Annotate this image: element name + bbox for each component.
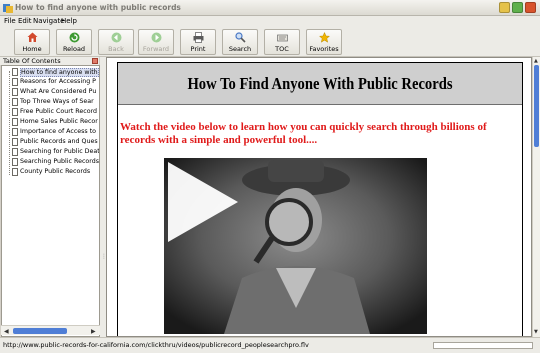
scroll-left-icon[interactable]: ◀ <box>4 328 9 335</box>
back-label: Back <box>108 45 124 53</box>
page-icon <box>12 138 18 146</box>
favorites-button[interactable]: Favorites <box>306 29 342 55</box>
toc-item-label: Free Public Court Record <box>20 108 98 115</box>
window-title: How to find anyone with public records <box>15 3 181 12</box>
reload-label: Reload <box>62 45 86 53</box>
intro-text: Watch the video below to learn how you c… <box>120 121 487 146</box>
toc-pane[interactable]: How to find anyone with Reasons for Acce… <box>1 65 100 337</box>
page-icon <box>12 68 18 76</box>
star-icon <box>319 32 330 43</box>
toc-icon <box>277 34 288 42</box>
menu-file[interactable]: File <box>4 17 16 25</box>
toc-item-label: Reasons for Accessing P <box>20 78 96 85</box>
scroll-down-icon[interactable]: ▼ <box>534 329 538 335</box>
content-page: How To Find Anyone With Public Records W… <box>117 62 523 336</box>
scroll-thumb[interactable] <box>13 328 67 334</box>
toc-header: Table Of Contents <box>0 57 99 65</box>
page-icon <box>12 148 18 156</box>
toc-item-label: Public Records and Ques <box>20 138 98 145</box>
back-button[interactable]: Back <box>98 29 134 55</box>
title-bar: How to find anyone with public records <box>0 0 540 16</box>
toc-item[interactable]: Top Three Ways of Sear <box>12 97 99 107</box>
maximize-button[interactable] <box>512 2 523 13</box>
menu-help[interactable]: Help <box>61 17 77 25</box>
toc-button[interactable]: TOC <box>264 29 300 55</box>
page-title: How To Find Anyone With Public Records <box>187 74 453 93</box>
search-button[interactable]: Search <box>222 29 258 55</box>
content-frame: How To Find Anyone With Public Records W… <box>106 57 532 337</box>
menu-edit[interactable]: Edit <box>18 17 32 25</box>
toc-title: Table Of Contents <box>3 57 61 65</box>
toc-item[interactable]: Searching Public Records <box>12 157 100 167</box>
toc-item-label: Home Sales Public Recor <box>20 118 98 125</box>
toc-horizontal-scrollbar[interactable]: ◀ ▶ <box>1 325 100 335</box>
page-icon <box>12 78 18 86</box>
toc-item[interactable]: Home Sales Public Recor <box>12 117 99 127</box>
toc-item-label: How to find anyone with <box>20 68 99 77</box>
favorites-label: Favorites <box>309 45 339 53</box>
scroll-thumb[interactable] <box>534 65 539 147</box>
reload-button[interactable]: Reload <box>56 29 92 55</box>
content-vertical-scrollbar[interactable]: ▲ ▼ <box>532 57 540 337</box>
toc-item-label: Searching for Public Deat <box>20 148 100 155</box>
page-icon <box>12 98 18 106</box>
menu-bar: File Edit Navigate Help <box>0 16 540 27</box>
toc-item[interactable]: Public Records and Ques <box>12 137 99 147</box>
page-icon <box>12 118 18 126</box>
toc-label: TOC <box>275 45 289 53</box>
page-header: How To Find Anyone With Public Records <box>118 63 522 105</box>
page-icon <box>12 168 18 176</box>
toc-item-label: Top Three Ways of Sear <box>20 98 94 105</box>
toc-item-label: Importance of Access to <box>20 128 97 135</box>
progress-bar <box>433 342 533 349</box>
page-icon <box>12 158 18 166</box>
print-button[interactable]: Print <box>180 29 216 55</box>
home-button[interactable]: Home <box>14 29 50 55</box>
scroll-right-icon[interactable]: ▶ <box>91 328 96 335</box>
tree-line <box>9 71 10 175</box>
video-player[interactable] <box>164 158 427 334</box>
toc-item[interactable]: County Public Records <box>12 167 99 177</box>
toolbar: Home Reload Back Forward Print Search TO… <box>0 27 540 57</box>
play-icon[interactable] <box>164 158 242 246</box>
page-icon <box>12 108 18 116</box>
app-icon <box>3 4 13 13</box>
reload-icon <box>69 32 80 43</box>
toc-item[interactable]: Free Public Court Record <box>12 107 99 117</box>
toc-item[interactable]: Importance of Access to <box>12 127 99 137</box>
toc-close-icon[interactable] <box>92 58 98 64</box>
forward-label: Forward <box>142 45 170 53</box>
toc-item[interactable]: Searching for Public Deat <box>12 147 100 157</box>
page-icon <box>12 128 18 136</box>
page-icon <box>12 88 18 96</box>
toc-item[interactable]: Reasons for Accessing P <box>12 77 99 87</box>
close-button[interactable] <box>525 2 536 13</box>
back-icon <box>111 32 122 43</box>
status-bar: http://www.public-records-for-california… <box>0 337 540 353</box>
toc-item[interactable]: What Are Considered Pu <box>12 87 99 97</box>
print-icon <box>193 32 204 43</box>
forward-button[interactable]: Forward <box>138 29 174 55</box>
menu-navigate[interactable]: Navigate <box>33 17 64 25</box>
toc-item[interactable]: How to find anyone with <box>12 67 99 77</box>
scroll-up-icon[interactable]: ▲ <box>534 58 538 64</box>
home-icon <box>27 32 38 42</box>
search-icon <box>235 32 246 43</box>
status-url: http://www.public-records-for-california… <box>3 341 309 349</box>
home-label: Home <box>22 45 42 53</box>
print-label: Print <box>190 45 206 53</box>
toc-item-label: What Are Considered Pu <box>20 88 97 95</box>
toc-item-label: Searching Public Records <box>20 158 100 165</box>
forward-icon <box>151 32 162 43</box>
minimize-button[interactable] <box>499 2 510 13</box>
toc-item-label: County Public Records <box>20 168 91 175</box>
search-label: Search <box>228 45 252 53</box>
